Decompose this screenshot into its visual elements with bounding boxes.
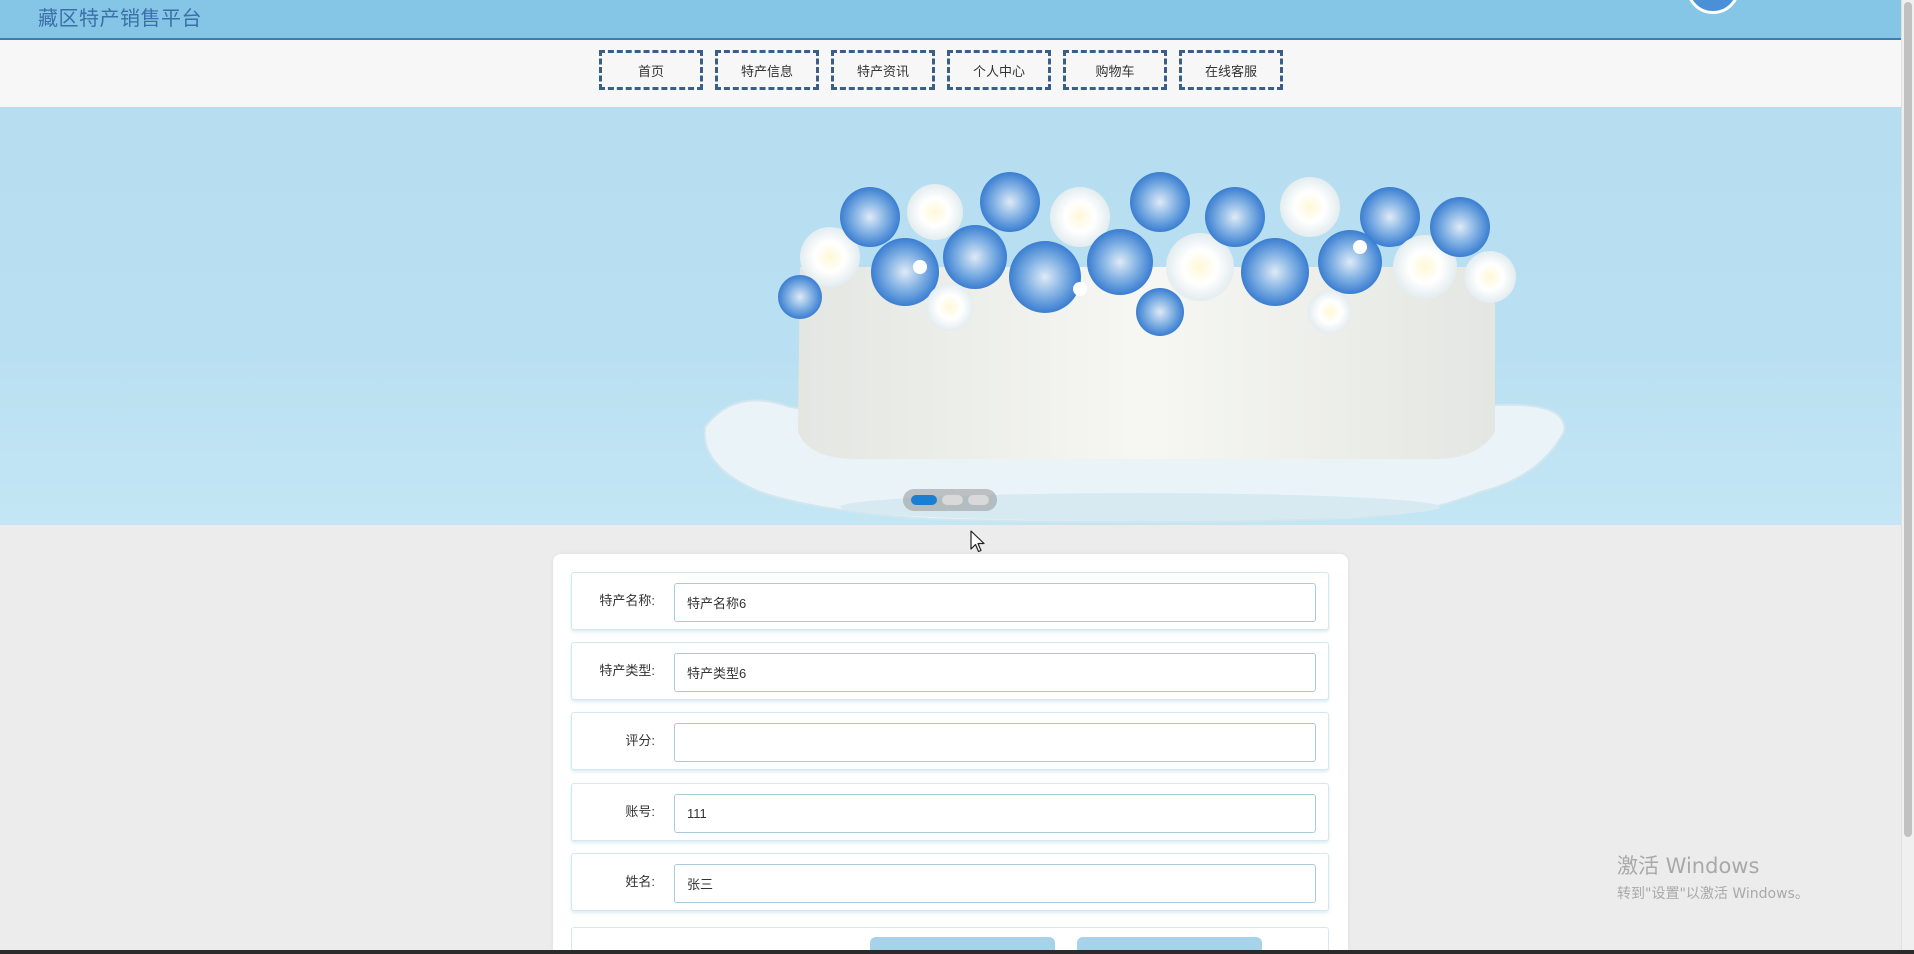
nav-item-home[interactable]: 首页	[599, 50, 703, 90]
rating-label: 评分:	[625, 733, 655, 748]
bottom-edge	[0, 950, 1914, 954]
account-input[interactable]	[674, 794, 1316, 833]
carousel-dot-1[interactable]	[911, 495, 937, 505]
form-row-account: 账号:	[571, 783, 1329, 841]
windows-activation-watermark: 激活 Windows 转到"设置"以激活 Windows。	[1617, 853, 1809, 903]
nav-item-support[interactable]: 在线客服	[1179, 50, 1283, 90]
account-label: 账号:	[625, 804, 655, 819]
activation-subtitle: 转到"设置"以激活 Windows。	[1617, 886, 1809, 902]
site-header: 藏区特产销售平台	[0, 0, 1902, 40]
carousel-dot-2[interactable]	[942, 495, 963, 505]
submit-button[interactable]	[870, 937, 1055, 950]
nav-item-news[interactable]: 特产资讯	[831, 50, 935, 90]
product-type-label: 特产类型:	[599, 663, 655, 678]
banner-carousel	[0, 107, 1902, 525]
reset-button[interactable]	[1077, 937, 1262, 950]
nav-item-cart[interactable]: 购物车	[1063, 50, 1167, 90]
nav-list: 首页 特产信息 特产资讯 个人中心 购物车 在线客服	[599, 50, 1283, 90]
product-name-label: 特产名称:	[599, 593, 655, 608]
form-row-rating: 评分:	[571, 712, 1329, 770]
nav-item-products[interactable]: 特产信息	[715, 50, 819, 90]
product-name-input[interactable]	[674, 583, 1316, 622]
main-nav: 首页 特产信息 特产资讯 个人中心 购物车 在线客服	[0, 40, 1902, 107]
mouse-cursor-icon	[970, 530, 985, 553]
form-actions	[571, 927, 1329, 950]
rating-input[interactable]	[674, 723, 1316, 762]
site-title: 藏区特产销售平台	[38, 8, 202, 30]
user-avatar[interactable]	[1686, 0, 1740, 14]
vertical-scrollbar[interactable]	[1901, 0, 1914, 950]
page-viewport: 藏区特产销售平台 首页 特产信息 特产资讯 个人中心 购物车 在线客服 特产名称…	[0, 0, 1902, 950]
product-type-input[interactable]	[674, 653, 1316, 692]
nav-item-profile[interactable]: 个人中心	[947, 50, 1051, 90]
form-row-name: 姓名:	[571, 853, 1329, 911]
product-form: 特产名称: 特产类型: 评分: 账号: 姓名:	[553, 554, 1348, 950]
form-row-product-name: 特产名称:	[571, 572, 1329, 630]
carousel-dot-3[interactable]	[968, 495, 989, 505]
scrollbar-thumb[interactable]	[1904, 2, 1912, 837]
banner-cake-image	[703, 172, 1566, 523]
name-input[interactable]	[674, 864, 1316, 903]
form-row-product-type: 特产类型:	[571, 642, 1329, 700]
carousel-indicators	[903, 489, 997, 511]
name-label: 姓名:	[625, 874, 655, 889]
activation-title: 激活 Windows	[1617, 854, 1760, 878]
